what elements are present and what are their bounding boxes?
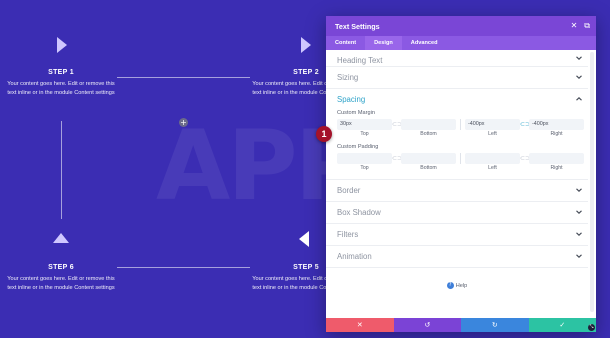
resize-handle-icon[interactable]: ⤡ bbox=[588, 324, 595, 331]
custom-padding-inputs: ⊂⊃ ⊂⊃ bbox=[337, 153, 588, 164]
section-sizing[interactable]: Sizing bbox=[326, 67, 588, 89]
chevron-down-icon bbox=[576, 74, 582, 80]
section-label: Border bbox=[337, 186, 361, 195]
save-button[interactable]: ✓ bbox=[528, 318, 596, 332]
tab-design[interactable]: Design bbox=[365, 36, 402, 50]
panel-footer: ✕ ↺ ↻ ✓ bbox=[326, 318, 596, 332]
builder-canvas: APPRO STEP 1 Your content goes here. Edi… bbox=[0, 0, 610, 338]
sub-label-bottom: Bottom bbox=[420, 131, 437, 137]
padding-right-input[interactable] bbox=[529, 153, 584, 164]
panel-title: Text Settings bbox=[335, 21, 380, 31]
margin-right-input[interactable]: -400px bbox=[529, 119, 584, 130]
panel-scrollbar[interactable] bbox=[590, 52, 594, 312]
section-label: Animation bbox=[337, 252, 372, 261]
section-spacing-header[interactable]: Spacing bbox=[337, 89, 588, 109]
section-label: Heading Text bbox=[337, 56, 383, 65]
custom-padding-label: Custom Padding bbox=[337, 144, 379, 150]
padding-sub-labels: Top Bottom Left Right bbox=[337, 164, 588, 173]
step-badge: 1 bbox=[316, 126, 332, 142]
margin-left-input[interactable]: -400px bbox=[465, 119, 520, 130]
link-icon[interactable]: ⊂⊃ bbox=[520, 153, 530, 164]
link-icon[interactable]: ⊂⊃ bbox=[392, 153, 402, 164]
discard-button[interactable]: ✕ bbox=[326, 318, 394, 332]
sub-label-top: Top bbox=[360, 131, 369, 137]
padding-left-input[interactable] bbox=[465, 153, 520, 164]
chevron-down-icon bbox=[576, 231, 582, 237]
section-filters[interactable]: Filters bbox=[326, 224, 588, 246]
help-label: Help bbox=[455, 282, 468, 289]
step-5-arrow-icon bbox=[299, 231, 309, 247]
chevron-down-icon bbox=[576, 187, 582, 193]
custom-margin-label: Custom Margin bbox=[337, 110, 375, 116]
padding-bottom-input[interactable] bbox=[401, 153, 456, 164]
margin-bottom-input[interactable] bbox=[401, 119, 456, 130]
panel-body: Heading Text Sizing Spacing Custom Margi… bbox=[326, 50, 588, 314]
divider bbox=[460, 119, 461, 130]
tab-advanced[interactable]: Advanced bbox=[402, 36, 447, 50]
help-link[interactable]: ? Help bbox=[326, 282, 588, 289]
chevron-down-icon bbox=[576, 253, 582, 259]
custom-margin-inputs: 30px ⊂⊃ -400px ⊂⊃ -400px bbox=[337, 119, 588, 130]
step-title: STEP 1 bbox=[48, 69, 74, 76]
expand-icon[interactable]: ⧉ bbox=[584, 21, 590, 31]
undo-button[interactable]: ↺ bbox=[393, 318, 461, 332]
step-text: Your content goes here. Edit or remove t… bbox=[7, 81, 115, 96]
step-1-arrow-icon bbox=[57, 37, 67, 53]
section-heading-text[interactable]: Heading Text bbox=[326, 50, 588, 67]
section-label: Spacing bbox=[337, 95, 366, 104]
section-label: Filters bbox=[337, 230, 359, 239]
section-box-shadow[interactable]: Box Shadow bbox=[326, 202, 588, 224]
padding-top-input[interactable] bbox=[337, 153, 392, 164]
chevron-down-icon bbox=[576, 209, 582, 215]
sub-label-top: Top bbox=[360, 165, 369, 171]
step-6-arrow-icon bbox=[53, 233, 69, 243]
step-title: STEP 6 bbox=[48, 264, 74, 271]
step-1[interactable]: STEP 1 Your content goes here. Edit or r… bbox=[6, 69, 116, 98]
sub-label-left: Left bbox=[488, 165, 497, 171]
section-label: Box Shadow bbox=[337, 208, 381, 217]
section-animation[interactable]: Animation bbox=[326, 246, 588, 268]
redo-button[interactable]: ↻ bbox=[461, 318, 529, 332]
text-settings-panel: Text Settings ✕ ⧉ Content Design Advance… bbox=[326, 16, 596, 332]
panel-tabs: Content Design Advanced bbox=[326, 36, 596, 50]
connector-line-top bbox=[117, 77, 250, 78]
sub-label-left: Left bbox=[488, 131, 497, 137]
margin-top-input[interactable]: 30px bbox=[337, 119, 392, 130]
link-icon[interactable]: ⊂⊃ bbox=[392, 119, 402, 130]
chevron-down-icon bbox=[576, 55, 582, 61]
sub-label-right: Right bbox=[550, 131, 563, 137]
step-6[interactable]: STEP 6 Your content goes here. Edit or r… bbox=[6, 264, 116, 293]
sub-label-right: Right bbox=[550, 165, 563, 171]
connector-line-bottom bbox=[117, 267, 250, 268]
step-2-arrow-icon bbox=[301, 37, 311, 53]
add-module-button[interactable]: + bbox=[179, 118, 188, 127]
tab-content[interactable]: Content bbox=[326, 36, 365, 50]
panel-header[interactable]: Text Settings ✕ ⧉ bbox=[326, 16, 596, 36]
help-icon: ? bbox=[446, 282, 454, 289]
sub-label-bottom: Bottom bbox=[420, 165, 437, 171]
divider bbox=[460, 153, 461, 164]
section-label: Sizing bbox=[337, 73, 359, 82]
link-active-icon[interactable]: ⊂⊃ bbox=[520, 119, 530, 130]
section-border[interactable]: Border bbox=[326, 180, 588, 202]
connector-line-left bbox=[61, 121, 62, 219]
section-spacing: Spacing Custom Margin 30px ⊂⊃ -400px ⊂⊃ … bbox=[326, 89, 588, 180]
close-icon[interactable]: ✕ bbox=[571, 21, 578, 31]
margin-sub-labels: Top Bottom Left Right bbox=[337, 130, 588, 139]
chevron-up-icon bbox=[576, 96, 582, 102]
step-text: Your content goes here. Edit or remove t… bbox=[7, 276, 115, 291]
